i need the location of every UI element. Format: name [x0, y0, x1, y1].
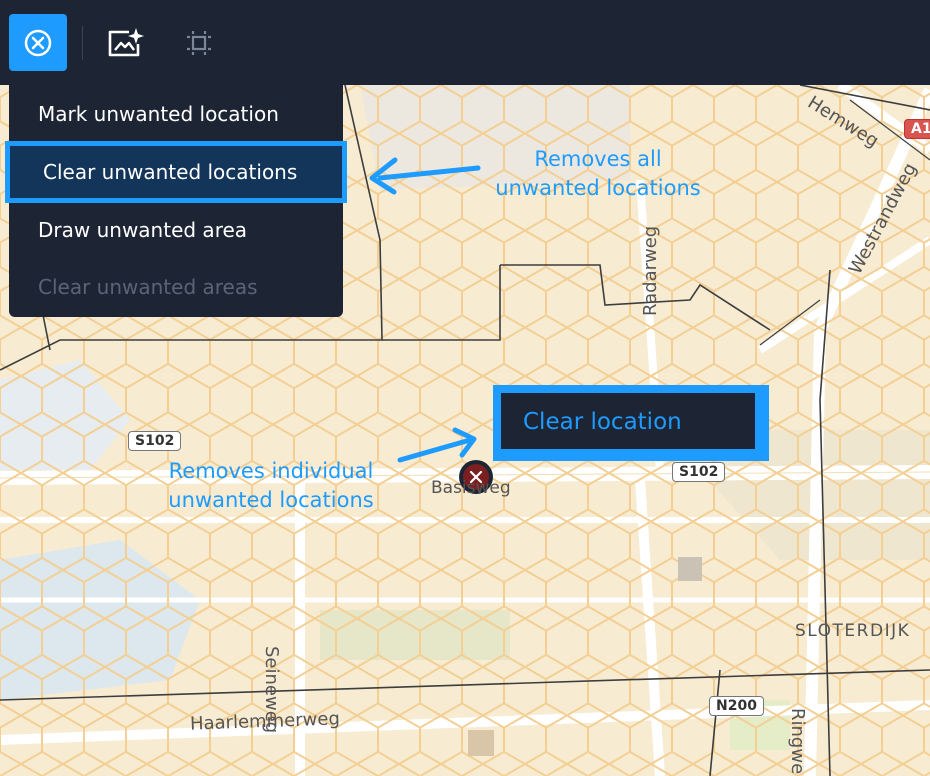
- clear-location-button[interactable]: Clear location: [501, 393, 755, 449]
- street-label-ringweg: Ringwe: [787, 708, 808, 775]
- menu-item-draw-unwanted-area[interactable]: Draw unwanted area: [9, 201, 343, 259]
- annotation-line: unwanted locations: [495, 176, 701, 200]
- toolbar-separator: [82, 26, 83, 60]
- street-label-basisweg: Basisweg: [431, 478, 511, 498]
- unwanted-menu: Mark unwanted location Clear unwanted lo…: [5, 85, 347, 317]
- road-shield-s102: S102: [128, 431, 182, 451]
- select-area-button[interactable]: [170, 14, 228, 71]
- menu-item-clear-unwanted-locations[interactable]: Clear unwanted locations: [5, 141, 347, 203]
- magic-image-icon: [108, 27, 144, 56]
- toolbar: [0, 0, 930, 85]
- magic-image-button[interactable]: [96, 14, 154, 71]
- select-area-icon: [187, 30, 211, 55]
- menu-item-mark-unwanted-location[interactable]: Mark unwanted location: [9, 85, 343, 143]
- annotation-line: Removes all: [534, 147, 662, 171]
- annotation-removes-individual: Removes individual unwanted locations: [140, 457, 402, 515]
- clear-unwanted-tool-button[interactable]: [9, 14, 67, 71]
- street-label-radarweg: Radarweg: [640, 225, 661, 316]
- road-shield-n200: N200: [709, 696, 764, 716]
- clear-location-popup: Clear location: [493, 385, 769, 461]
- menu-item-clear-unwanted-areas: Clear unwanted areas: [38, 275, 258, 299]
- road-shield-s102: S102: [672, 462, 726, 482]
- close-circle-icon: [24, 29, 52, 56]
- road-shield-a10: A1: [904, 119, 930, 139]
- annotation-line: Removes individual: [168, 459, 374, 483]
- area-label-sloterdijk: SLOTERDIJK: [795, 621, 911, 641]
- annotation-line: unwanted locations: [168, 488, 374, 512]
- annotation-removes-all: Removes all unwanted locations: [468, 145, 728, 203]
